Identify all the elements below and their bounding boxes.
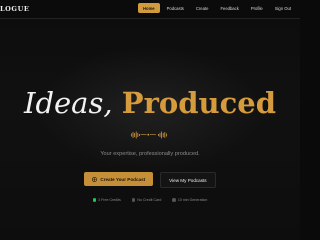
landing-page: LOGUE Home Podcasts Create Feedback Prof… bbox=[0, 0, 300, 240]
top-nav-bar: LOGUE Home Podcasts Create Feedback Prof… bbox=[0, 0, 300, 19]
dot-icon bbox=[172, 198, 176, 202]
check-dot-icon bbox=[92, 198, 97, 202]
badge-no-credit-card: No Credit Card bbox=[131, 198, 162, 202]
create-podcast-label: Create Your Podcast bbox=[100, 176, 146, 182]
brand-logo[interactable]: LOGUE bbox=[0, 5, 29, 13]
plus-icon bbox=[92, 176, 98, 182]
nav-feedback[interactable]: Feedback bbox=[215, 3, 243, 13]
badge-generation-time: 10 min Generation bbox=[172, 198, 207, 202]
badge-free-credits-label: 3 Free Credits bbox=[98, 198, 121, 202]
nav-home[interactable]: Home bbox=[137, 3, 160, 13]
waveform-icon bbox=[131, 131, 167, 139]
create-podcast-button[interactable]: Create Your Podcast bbox=[84, 172, 154, 186]
nav-create[interactable]: Create bbox=[191, 3, 214, 13]
nav-podcasts[interactable]: Podcasts bbox=[162, 3, 189, 13]
view-podcasts-button[interactable]: View My Podcasts bbox=[160, 172, 216, 188]
view-podcasts-label: View My Podcasts bbox=[169, 177, 207, 183]
hero-tagline: Your expertise, professionally produced. bbox=[100, 151, 200, 157]
badge-generation-time-label: 10 min Generation bbox=[177, 198, 208, 202]
headline-word-ideas: Ideas, bbox=[24, 86, 113, 120]
badge-no-credit-card-label: No Credit Card bbox=[137, 198, 162, 202]
feature-badges: 3 Free Credits No Credit Card 10 min Gen… bbox=[0, 198, 300, 202]
hero-headline: Ideas, Produced bbox=[0, 86, 300, 120]
cta-row: Create Your Podcast View My Podcasts bbox=[0, 172, 300, 188]
main-nav: Home Podcasts Create Feedback Profile Si… bbox=[137, 3, 296, 13]
badge-free-credits: 3 Free Credits bbox=[92, 198, 121, 202]
nav-profile[interactable]: Profile bbox=[246, 3, 268, 13]
dot-icon bbox=[131, 198, 136, 202]
nav-sign-out[interactable]: Sign Out bbox=[270, 3, 296, 13]
headline-word-produced: Produced bbox=[121, 86, 276, 120]
